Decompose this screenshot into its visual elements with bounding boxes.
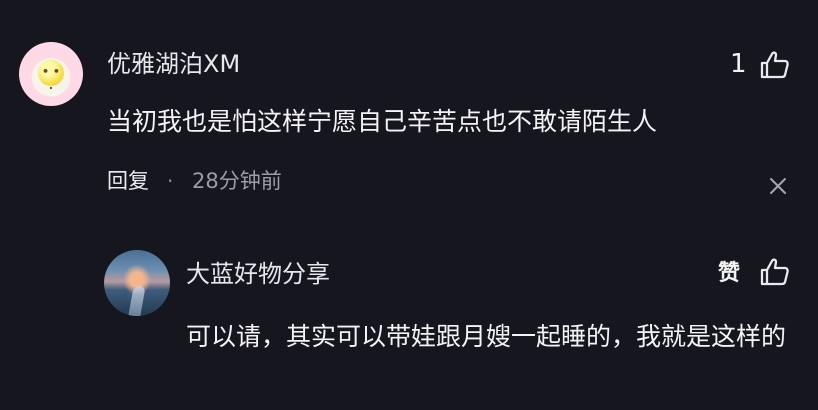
reply-avatar[interactable]	[104, 250, 170, 316]
thumbs-up-icon[interactable]	[759, 50, 791, 80]
separator-dot: ·	[167, 169, 174, 193]
avatar[interactable]: • • ․	[19, 42, 83, 106]
reply-button[interactable]: 回复	[107, 166, 149, 196]
fried-egg-icon: • • ․	[38, 60, 64, 92]
reply-author[interactable]: 大蓝好物分享	[186, 258, 330, 290]
comment-timestamp: 28分钟前	[192, 169, 282, 193]
thumbs-up-icon[interactable]	[759, 257, 791, 287]
close-icon[interactable]	[768, 176, 788, 196]
reply-text: 可以请，其实可以带娃跟月嫂一起睡的，我就是这样的	[186, 322, 787, 351]
like-count: 1	[730, 49, 747, 79]
comment-text: 当初我也是怕这样宁愿自己辛苦点也不敢请陌生人	[107, 107, 658, 136]
landscape-path-shape	[128, 286, 146, 316]
comment-author[interactable]: 优雅湖泊XM	[107, 49, 240, 79]
like-label: 赞	[718, 261, 741, 286]
